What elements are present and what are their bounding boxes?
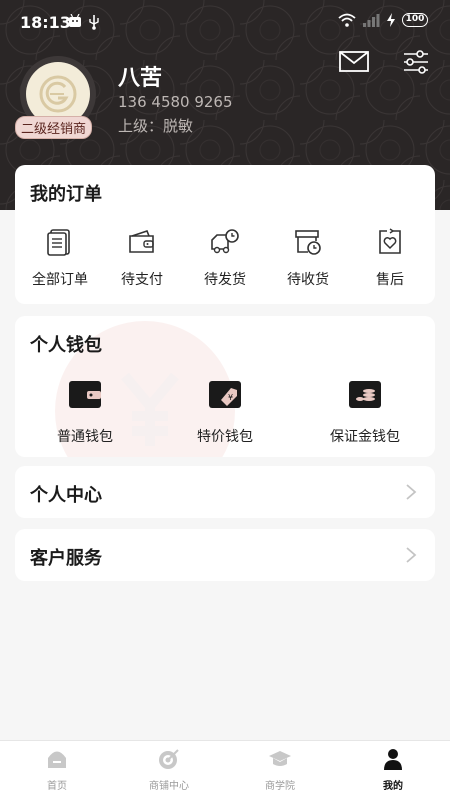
order-after-sales-label: 售后 <box>376 272 404 288</box>
wallet-icon <box>127 227 157 257</box>
heart-return-icon <box>375 227 405 257</box>
usb-icon <box>89 15 99 30</box>
status-bar: 18:13 100 <box>0 0 450 46</box>
package-clock-icon <box>293 227 323 257</box>
order-pending-receipt-label: 待收货 <box>287 272 329 288</box>
battery-indicator: 100 <box>402 13 428 27</box>
wallet-regular-button[interactable]: 普通钱包 <box>25 378 145 446</box>
level-badge: 二级经销商 <box>15 116 93 139</box>
svg-text:¥: ¥ <box>228 393 233 402</box>
status-time: 18:13 <box>20 13 71 32</box>
order-pending-shipment-label: 待发货 <box>204 272 246 288</box>
tab-business-school[interactable]: 商学院 <box>235 747 325 792</box>
orders-card: 我的订单 全部订单 待支付 待发货 待收货 售后 <box>15 165 435 304</box>
tab-shop-center[interactable]: 商铺中心 <box>124 747 214 792</box>
wallet-regular-label: 普通钱包 <box>57 429 113 445</box>
chevron-right-icon <box>406 547 417 563</box>
settings-sliders-icon[interactable] <box>400 48 432 76</box>
delivery-truck-icon <box>210 227 240 257</box>
order-pending-payment-button[interactable]: 待支付 <box>102 227 182 289</box>
android-icon <box>69 14 81 27</box>
tab-mine-label: 我的 <box>383 781 403 792</box>
wallet-deposit-label: 保证金钱包 <box>330 429 400 445</box>
target-icon <box>157 747 181 771</box>
price-tag-wallet-icon: ¥ <box>207 378 243 410</box>
wallet-card: 个人钱包 普通钱包 ¥ 特价钱包 保证金钱包 <box>15 316 435 457</box>
order-all-button[interactable]: 全部订单 <box>20 227 100 289</box>
order-pending-payment-label: 待支付 <box>121 272 163 288</box>
order-pending-receipt-button[interactable]: 待收货 <box>268 227 348 289</box>
personal-center-title: 个人中心 <box>30 485 102 506</box>
tab-mine[interactable]: 我的 <box>348 747 438 792</box>
wifi-icon <box>338 13 356 27</box>
order-after-sales-button[interactable]: 售后 <box>350 227 430 289</box>
wallet-icon <box>67 378 103 410</box>
wallet-special-price-button[interactable]: ¥ 特价钱包 <box>165 378 285 446</box>
user-icon <box>381 747 405 771</box>
document-list-icon <box>45 227 75 257</box>
wallet-special-price-label: 特价钱包 <box>197 429 253 445</box>
graduation-cap-icon <box>268 747 292 771</box>
user-phone: 136 4580 9265 <box>118 93 233 111</box>
orders-title: 我的订单 <box>30 184 102 205</box>
chevron-right-icon <box>406 484 417 500</box>
mail-icon[interactable] <box>338 48 370 76</box>
user-superior: 上级：脱敏 <box>118 117 194 135</box>
charging-icon <box>387 13 395 27</box>
home-icon <box>45 747 69 771</box>
user-name: 八苦 <box>118 66 163 91</box>
coins-wallet-icon <box>347 378 383 410</box>
wallet-title: 个人钱包 <box>30 335 102 356</box>
wallet-deposit-button[interactable]: 保证金钱包 <box>305 378 425 446</box>
signal-icon <box>363 14 380 27</box>
order-all-label: 全部订单 <box>32 272 88 288</box>
personal-center-row[interactable]: 个人中心 <box>15 466 435 518</box>
brand-logo-icon <box>38 74 78 114</box>
tab-business-school-label: 商学院 <box>265 781 295 792</box>
tab-shop-center-label: 商铺中心 <box>149 781 189 792</box>
tab-home[interactable]: 首页 <box>12 747 102 792</box>
customer-service-row[interactable]: 客户服务 <box>15 529 435 581</box>
tab-home-label: 首页 <box>47 781 67 792</box>
customer-service-title: 客户服务 <box>30 548 102 569</box>
bottom-tab-bar: 首页 商铺中心 商学院 我的 <box>0 740 450 800</box>
order-pending-shipment-button[interactable]: 待发货 <box>185 227 265 289</box>
